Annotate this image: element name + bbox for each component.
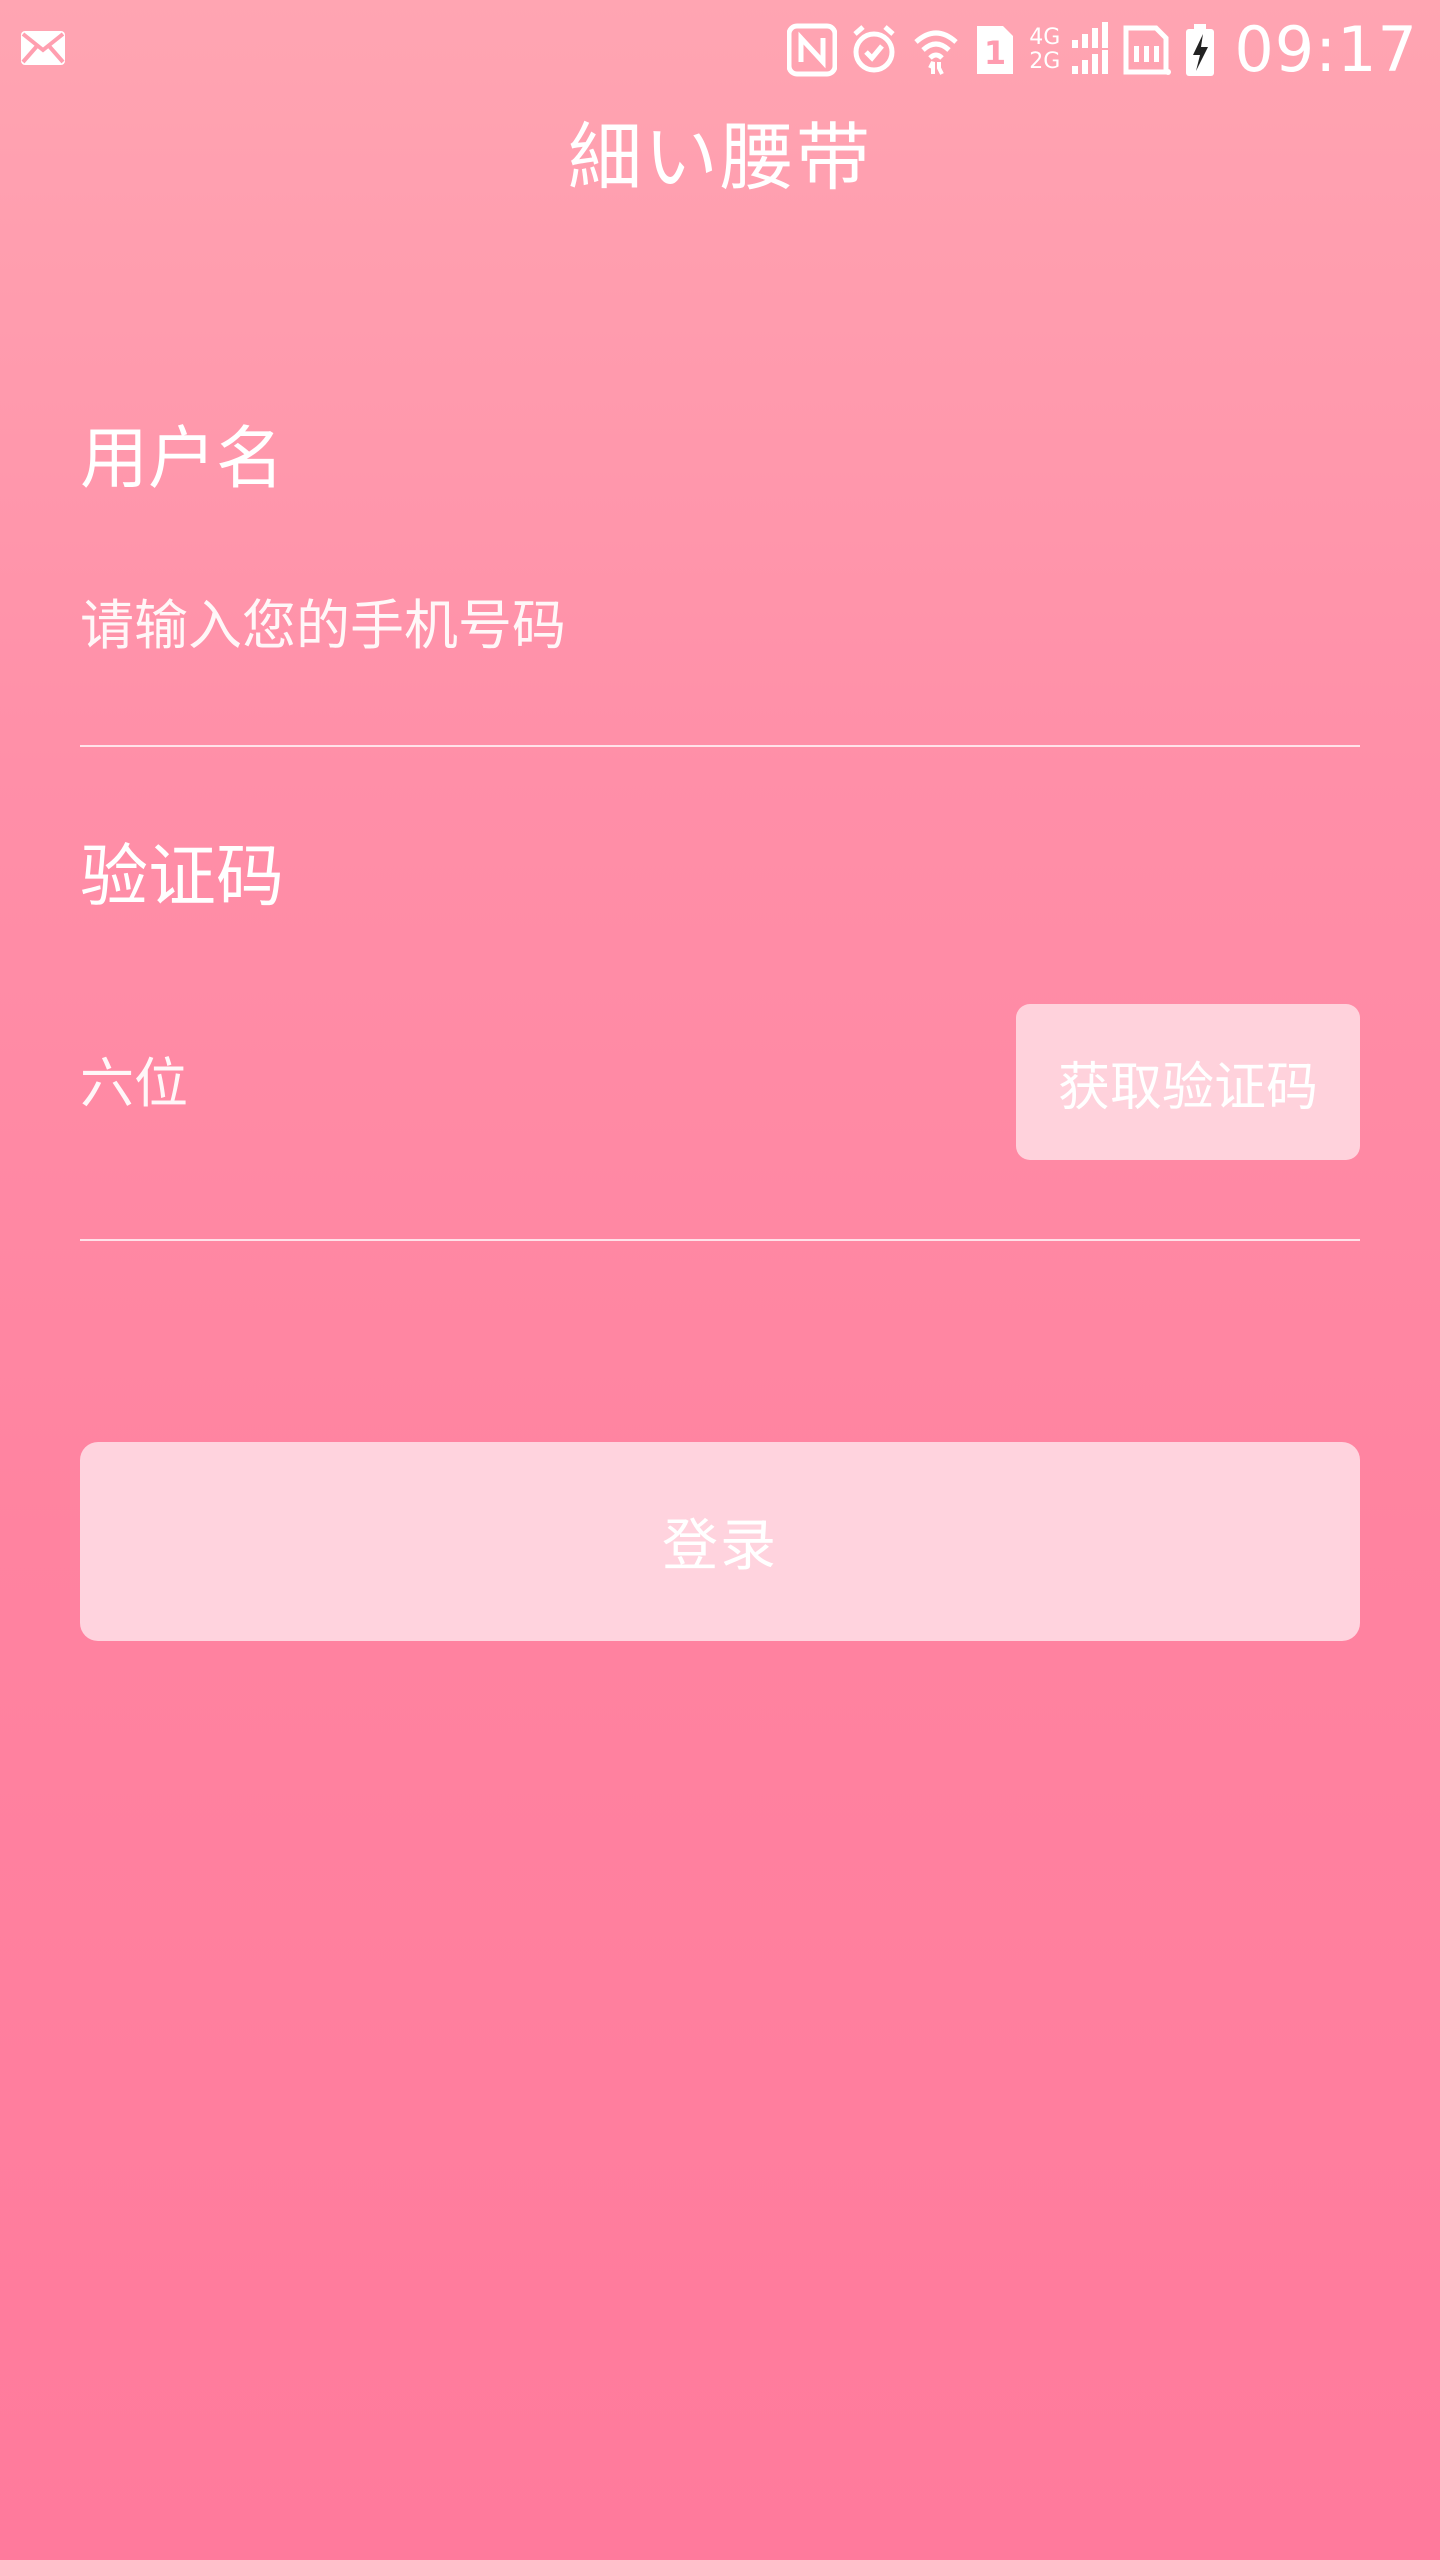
alarm-icon xyxy=(849,22,899,78)
divider xyxy=(80,745,1360,747)
network-type-lower: 2G xyxy=(1029,49,1061,74)
mail-icon xyxy=(20,28,66,68)
get-code-button[interactable]: 获取验证码 xyxy=(1016,1004,1360,1160)
wifi-icon xyxy=(911,22,961,78)
svg-text:1: 1 xyxy=(984,34,1006,72)
signal-icon xyxy=(1070,22,1110,78)
login-button[interactable]: 登录 xyxy=(80,1442,1360,1641)
verification-code-input[interactable] xyxy=(80,1044,980,1124)
verification-code-label: 验证码 xyxy=(80,838,285,917)
divider xyxy=(80,1239,1360,1241)
battery-charging-icon xyxy=(1184,22,1216,78)
login-screen: 1 4G 2G 09:17 細い腰带 用户名 请输入您的手机号码 验证码 六位 … xyxy=(0,0,1440,2560)
network-type-upper: 4G xyxy=(1029,25,1061,50)
phone-input[interactable] xyxy=(80,586,1360,666)
network-type: 4G 2G xyxy=(1029,26,1060,74)
sim-card-icon xyxy=(1122,22,1172,78)
status-bar: 1 4G 2G 09:17 xyxy=(0,0,1440,100)
username-label: 用户名 xyxy=(80,420,285,499)
sim-1-icon: 1 xyxy=(973,22,1017,78)
page-title: 細い腰带 xyxy=(568,115,872,201)
nfc-icon xyxy=(786,22,838,78)
clock-time: 09:17 xyxy=(1234,13,1418,86)
status-icons: 1 4G 2G 09:17 xyxy=(786,12,1418,88)
